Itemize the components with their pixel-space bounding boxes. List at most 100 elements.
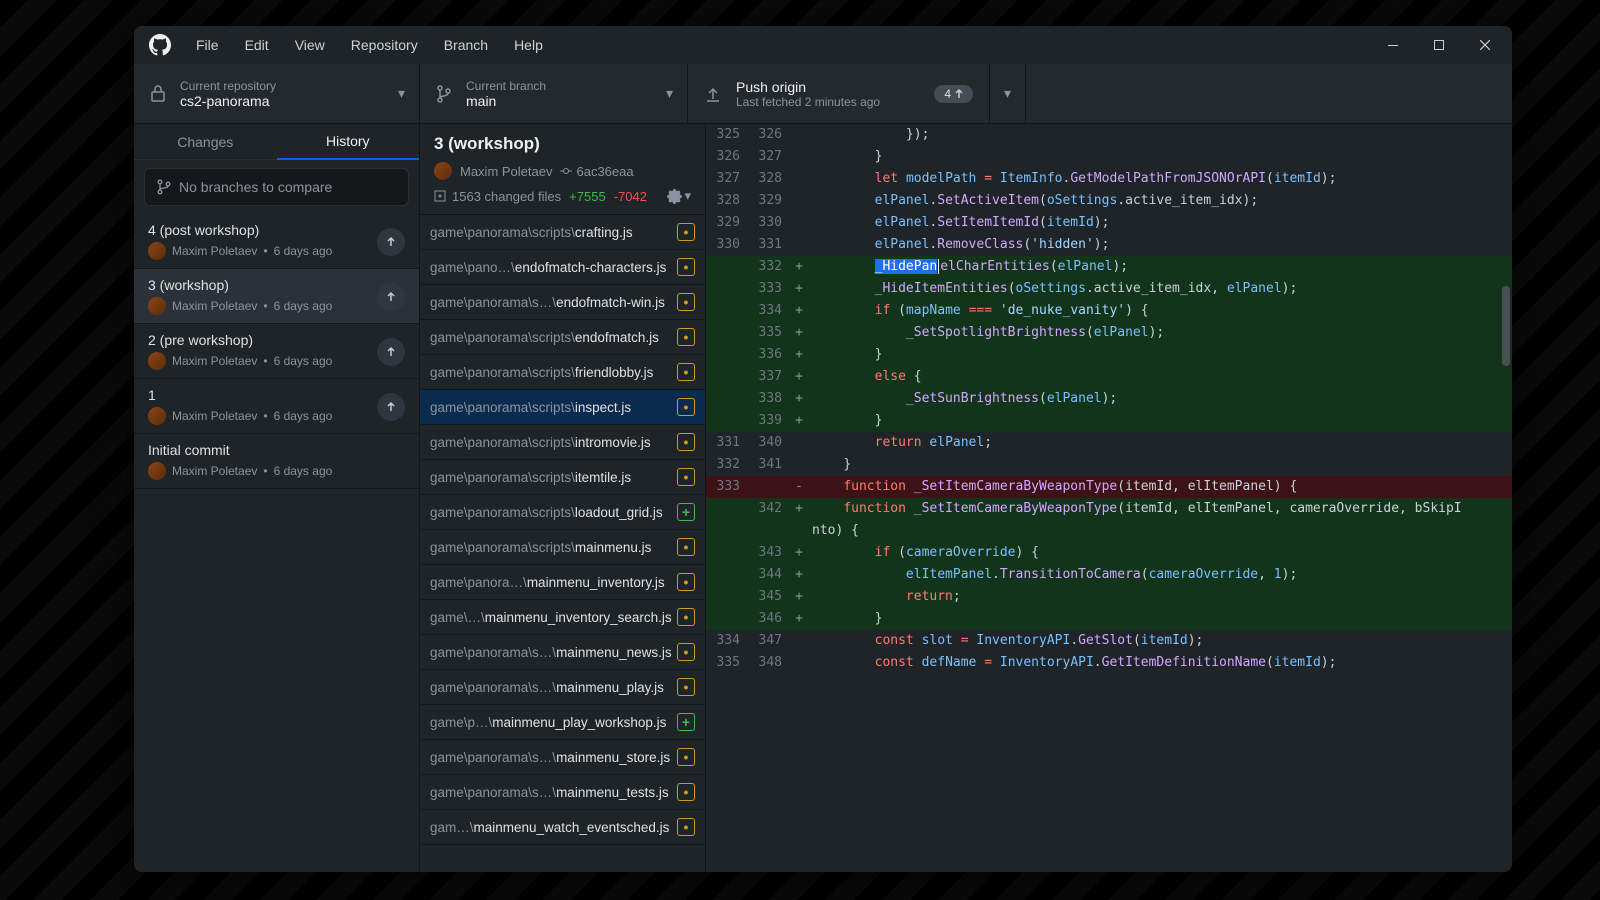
- line-number-old: [706, 498, 748, 520]
- settings-button[interactable]: ▾: [667, 188, 691, 204]
- diff-line[interactable]: 342 + function _SetItemCameraByWeaponTyp…: [706, 498, 1512, 520]
- push-commit-button[interactable]: [377, 393, 405, 421]
- file-row[interactable]: game\panorama\scripts\friendlobby.js•: [420, 355, 705, 390]
- line-number-new: 346: [748, 608, 790, 630]
- diff-line[interactable]: 326 327 }: [706, 146, 1512, 168]
- modified-badge: •: [677, 468, 695, 486]
- file-row[interactable]: gam…\mainmenu_watch_eventsched.js•: [420, 810, 705, 845]
- minimize-button[interactable]: [1370, 29, 1416, 61]
- tab-history[interactable]: History: [277, 124, 420, 160]
- menu-edit[interactable]: Edit: [233, 31, 281, 59]
- file-row[interactable]: game\panorama\scripts\itemtile.js•: [420, 460, 705, 495]
- modified-badge: •: [677, 643, 695, 661]
- diff-view[interactable]: 325 326 });326 327 }327 328 let modelPat…: [706, 124, 1512, 872]
- file-row[interactable]: game\p…\mainmenu_play_workshop.js+: [420, 705, 705, 740]
- diff-line[interactable]: 328 329 elPanel.SetActiveItem(oSettings.…: [706, 190, 1512, 212]
- code-content: });: [808, 124, 1512, 146]
- file-row[interactable]: game\panorama\s…\endofmatch-win.js•: [420, 285, 705, 320]
- diff-line[interactable]: 339 + }: [706, 410, 1512, 432]
- added-badge: +: [677, 503, 695, 521]
- scrollbar-thumb[interactable]: [1502, 286, 1510, 366]
- diff-line[interactable]: 343 + if (cameraOverride) {: [706, 542, 1512, 564]
- line-number-old: 330: [706, 234, 748, 256]
- diff-line[interactable]: 334 + if (mapName === 'de_nuke_vanity') …: [706, 300, 1512, 322]
- commit-item[interactable]: 4 (post workshop) Maxim Poletaev • 6 day…: [134, 214, 419, 269]
- commit-item[interactable]: 3 (workshop) Maxim Poletaev • 6 days ago: [134, 269, 419, 324]
- commit-item[interactable]: 1 Maxim Poletaev • 6 days ago: [134, 379, 419, 434]
- code-content: _SetSunBrightness(elPanel);: [808, 388, 1512, 410]
- code-content: elItemPanel.TransitionToCamera(cameraOve…: [808, 564, 1512, 586]
- file-path: game\panorama\scripts\friendlobby.js: [430, 365, 671, 380]
- diff-line[interactable]: 336 + }: [706, 344, 1512, 366]
- diff-marker: [790, 124, 808, 146]
- diff-line[interactable]: 333 - function _SetItemCameraByWeaponTyp…: [706, 476, 1512, 498]
- diff-line[interactable]: 337 + else {: [706, 366, 1512, 388]
- tab-changes[interactable]: Changes: [134, 124, 277, 160]
- diff-line[interactable]: 335 + _SetSpotlightBrightness(elPanel);: [706, 322, 1512, 344]
- code-content: const slot = InventoryAPI.GetSlot(itemId…: [808, 630, 1512, 652]
- file-row[interactable]: game\panorama\scripts\loadout_grid.js+: [420, 495, 705, 530]
- diff-line[interactable]: 332 341 }: [706, 454, 1512, 476]
- file-row[interactable]: game\panorama\scripts\crafting.js•: [420, 215, 705, 250]
- diff-line[interactable]: 325 326 });: [706, 124, 1512, 146]
- file-row[interactable]: game\panorama\s…\mainmenu_play.js•: [420, 670, 705, 705]
- code-content: }: [808, 344, 1512, 366]
- diff-marker: -: [790, 476, 808, 498]
- main-area: Changes History No branches to compare 4…: [134, 124, 1512, 872]
- line-number-new: 347: [748, 630, 790, 652]
- diff-line[interactable]: 329 330 elPanel.SetItemItemId(itemId);: [706, 212, 1512, 234]
- diff-line[interactable]: 345 + return;: [706, 586, 1512, 608]
- diff-marker: +: [790, 256, 808, 278]
- file-row[interactable]: game\…\mainmenu_inventory_search.js•: [420, 600, 705, 635]
- menu-file[interactable]: File: [184, 31, 231, 59]
- line-number-old: [706, 542, 748, 564]
- commit-item-title: Initial commit: [148, 442, 405, 458]
- file-path: game\panorama\scripts\intromovie.js: [430, 435, 671, 450]
- file-row[interactable]: game\panorama\s…\mainmenu_news.js•: [420, 635, 705, 670]
- diff-line[interactable]: 344 + elItemPanel.TransitionToCamera(cam…: [706, 564, 1512, 586]
- diff-line[interactable]: 338 + _SetSunBrightness(elPanel);: [706, 388, 1512, 410]
- diff-line[interactable]: 327 328 let modelPath = ItemInfo.GetMode…: [706, 168, 1512, 190]
- file-row[interactable]: game\panorama\s…\mainmenu_store.js•: [420, 740, 705, 775]
- diff-line[interactable]: 330 331 elPanel.RemoveClass('hidden');: [706, 234, 1512, 256]
- file-row[interactable]: game\panorama\s…\mainmenu_tests.js•: [420, 775, 705, 810]
- diff-marker: +: [790, 410, 808, 432]
- push-commit-button[interactable]: [377, 338, 405, 366]
- file-row[interactable]: game\panorama\scripts\mainmenu.js•: [420, 530, 705, 565]
- menu-branch[interactable]: Branch: [432, 31, 500, 59]
- file-row[interactable]: game\panora…\mainmenu_inventory.js•: [420, 565, 705, 600]
- push-origin-button[interactable]: Push origin Last fetched 2 minutes ago 4: [688, 64, 990, 123]
- diff-line[interactable]: 331 340 return elPanel;: [706, 432, 1512, 454]
- diff-marker: [790, 234, 808, 256]
- push-commit-button[interactable]: [377, 283, 405, 311]
- push-dropdown[interactable]: ▾: [990, 64, 1026, 123]
- commit-item[interactable]: Initial commit Maxim Poletaev • 6 days a…: [134, 434, 419, 489]
- push-commit-button[interactable]: [377, 228, 405, 256]
- menu-repository[interactable]: Repository: [339, 31, 430, 59]
- diff-line[interactable]: 334 347 const slot = InventoryAPI.GetSlo…: [706, 630, 1512, 652]
- file-path: game\panora…\mainmenu_inventory.js: [430, 575, 671, 590]
- diff-marker: +: [790, 542, 808, 564]
- compare-branch-selector[interactable]: No branches to compare: [144, 168, 409, 206]
- file-row[interactable]: game\panorama\scripts\endofmatch.js•: [420, 320, 705, 355]
- maximize-button[interactable]: [1416, 29, 1462, 61]
- diff-marker: +: [790, 564, 808, 586]
- diff-line[interactable]: 332 + _HidePanelCharEntities(elPanel);: [706, 256, 1512, 278]
- commit-item[interactable]: 2 (pre workshop) Maxim Poletaev • 6 days…: [134, 324, 419, 379]
- diff-line[interactable]: 346 + }: [706, 608, 1512, 630]
- close-button[interactable]: [1462, 29, 1508, 61]
- file-row[interactable]: game\panorama\scripts\inspect.js•: [420, 390, 705, 425]
- menu-help[interactable]: Help: [502, 31, 555, 59]
- line-number-old: [706, 520, 748, 542]
- menu-view[interactable]: View: [283, 31, 337, 59]
- diff-line[interactable]: 333 + _HideItemEntities(oSettings.active…: [706, 278, 1512, 300]
- diff-line[interactable]: nto) {: [706, 520, 1512, 542]
- branch-selector[interactable]: Current branch main ▾: [420, 64, 688, 123]
- diff-line[interactable]: 335 348 const defName = InventoryAPI.Get…: [706, 652, 1512, 674]
- file-row[interactable]: game\panorama\scripts\intromovie.js•: [420, 425, 705, 460]
- line-number-old: [706, 410, 748, 432]
- repo-selector[interactable]: Current repository cs2-panorama ▾: [134, 64, 420, 123]
- commit-sha[interactable]: 6ac36eaa: [560, 164, 633, 179]
- file-path: game\panorama\scripts\mainmenu.js: [430, 540, 671, 555]
- file-row[interactable]: game\pano…\endofmatch-characters.js•: [420, 250, 705, 285]
